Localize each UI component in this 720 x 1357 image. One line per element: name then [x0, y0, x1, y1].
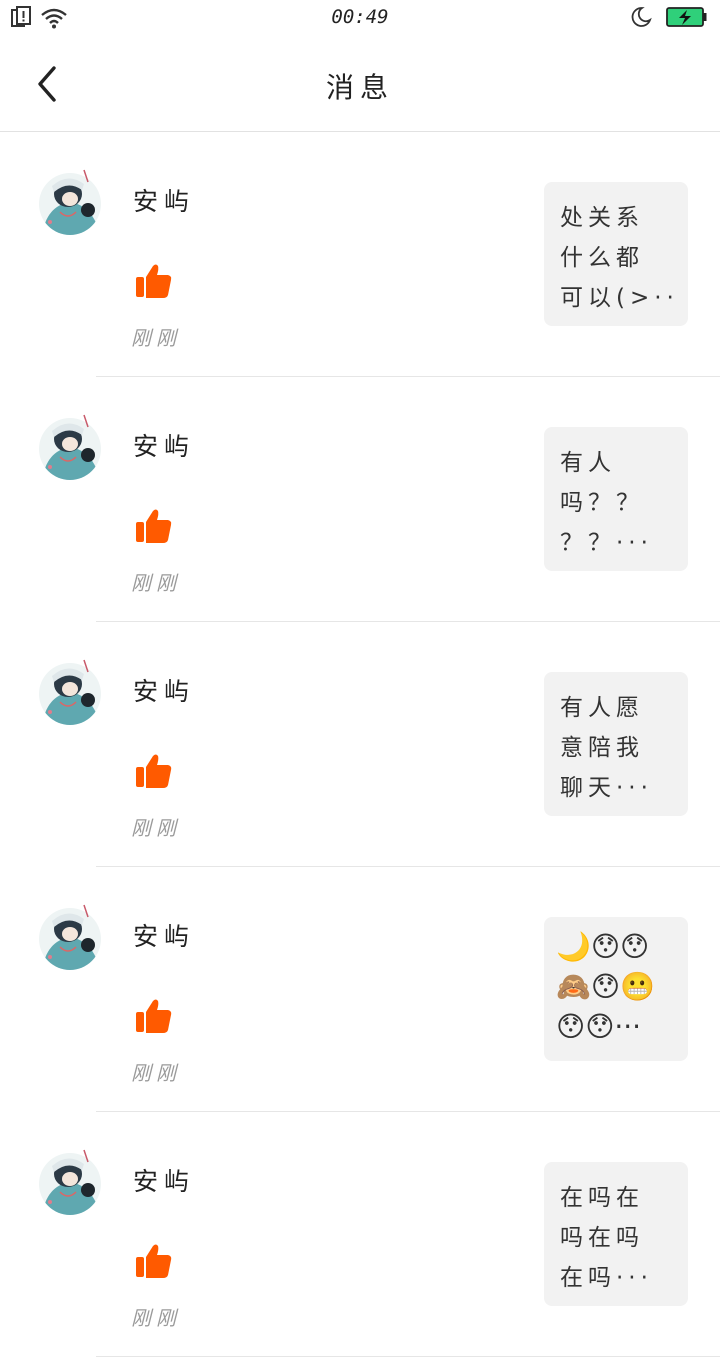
post-preview[interactable]: 有人愿 意陪我 聊天···: [544, 672, 688, 816]
thumbs-up-icon: [135, 997, 173, 1035]
page-title: 消息: [325, 71, 394, 104]
nav-bar: 消息: [0, 36, 720, 132]
preview-line: 处关系: [560, 205, 644, 231]
message-time: 刚刚: [131, 1061, 181, 1085]
avatar[interactable]: [38, 413, 102, 481]
preview-line: 在吗···: [560, 1265, 653, 1291]
preview-line: 吗在吗: [560, 1225, 644, 1251]
moon-icon: [630, 6, 652, 32]
message-time: 刚刚: [131, 326, 181, 350]
message-time: 刚刚: [131, 816, 181, 840]
avatar[interactable]: [38, 903, 102, 971]
sender-name[interactable]: 安屿: [133, 427, 195, 463]
sender-name[interactable]: 安屿: [133, 672, 195, 708]
preview-line: ？？···: [560, 530, 653, 556]
message-time: 刚刚: [131, 1306, 181, 1330]
post-preview[interactable]: 有人 吗？？ ？？···: [544, 427, 688, 571]
thumbs-up-icon: [135, 507, 173, 545]
avatar[interactable]: [38, 658, 102, 726]
post-preview[interactable]: 处关系 什么都 可以(>···: [544, 182, 688, 326]
avatar[interactable]: [38, 168, 102, 236]
list-item[interactable]: 安屿 刚刚 🌙😯😯 🙈😯😬 😯😯···: [0, 867, 720, 1112]
list-item[interactable]: 安屿 刚刚 处关系 什么都 可以(>···: [0, 132, 720, 377]
sender-name[interactable]: 安屿: [133, 1162, 195, 1198]
list-item[interactable]: 安屿 刚刚 有人愿 意陪我 聊天···: [0, 622, 720, 867]
avatar-illustration: [39, 904, 101, 970]
avatar-illustration: [39, 169, 101, 235]
avatar-illustration: [39, 659, 101, 725]
avatar-illustration: [39, 1149, 101, 1215]
preview-line: 聊天···: [560, 775, 653, 801]
list-item[interactable]: 安屿 刚刚 有人 吗？？ ？？···: [0, 377, 720, 622]
clock: 00:49: [331, 6, 389, 28]
thumbs-up-icon: [135, 1242, 173, 1280]
post-preview[interactable]: 🌙😯😯 🙈😯😬 😯😯···: [544, 917, 688, 1061]
preview-line: 吗？？: [560, 490, 644, 516]
preview-line: 🙈😯😬: [556, 970, 655, 1003]
preview-line: 有人: [560, 450, 616, 476]
message-list: 安屿 刚刚 处关系 什么都 可以(>··· 安屿 刚刚 有人 吗？？ ？？···…: [0, 132, 720, 1357]
preview-line: 可以(>···: [560, 285, 678, 311]
preview-line: 🌙😯😯: [556, 930, 650, 963]
thumbs-up-icon: [135, 262, 173, 300]
preview-line: 什么都: [560, 245, 644, 271]
avatar[interactable]: [38, 1148, 102, 1216]
sender-name[interactable]: 安屿: [133, 917, 195, 953]
post-preview[interactable]: 在吗在 吗在吗 在吗···: [544, 1162, 688, 1306]
preview-line: 意陪我: [560, 735, 644, 761]
sender-name[interactable]: 安屿: [133, 182, 195, 218]
status-bar: 00:49: [0, 0, 720, 36]
preview-line: 有人愿: [560, 695, 644, 721]
thumbs-up-icon: [135, 752, 173, 790]
avatar-illustration: [39, 414, 101, 480]
preview-line: 😯😯···: [556, 1010, 642, 1043]
message-time: 刚刚: [131, 571, 181, 595]
preview-line: 在吗在: [560, 1185, 644, 1211]
list-item[interactable]: 安屿 刚刚 在吗在 吗在吗 在吗···: [0, 1112, 720, 1357]
battery-charging-icon: [666, 6, 708, 32]
